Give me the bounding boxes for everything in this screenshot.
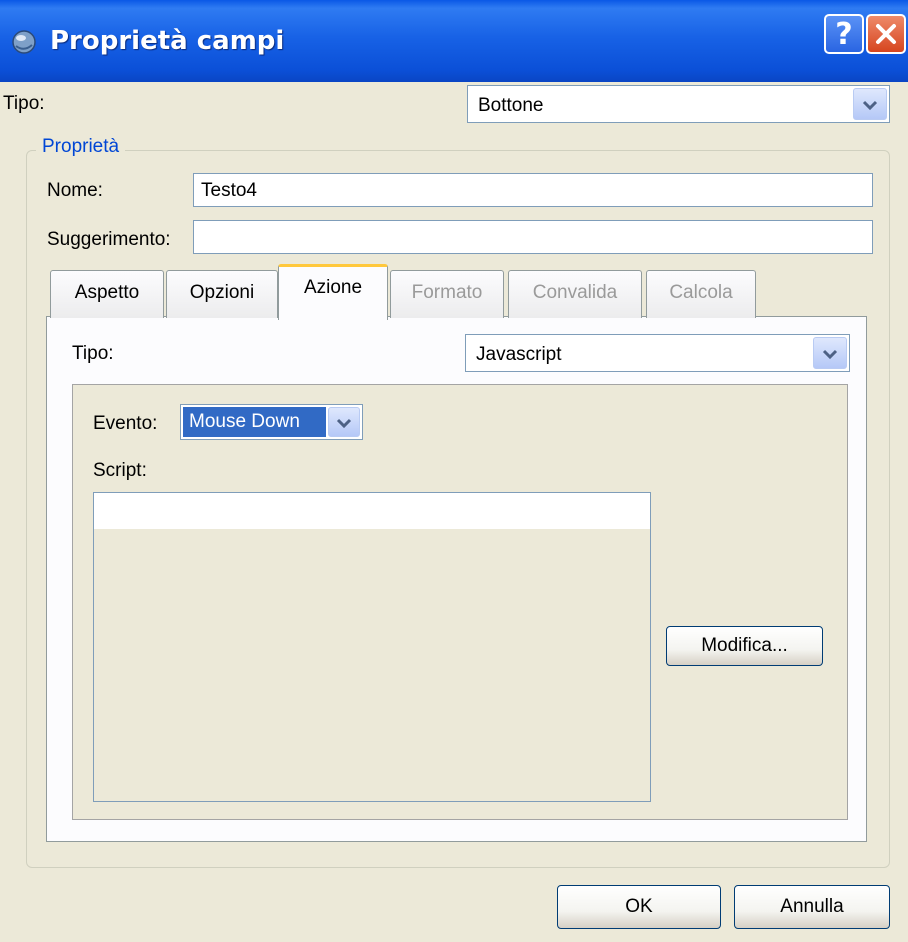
azione-tipo-label: Tipo:: [72, 343, 114, 364]
nome-label: Nome:: [47, 180, 103, 201]
help-icon: ?: [835, 16, 853, 52]
tipo-label: Tipo:: [3, 93, 45, 114]
suggerimento-field[interactable]: [193, 220, 873, 254]
tab-calcola[interactable]: Calcola: [646, 270, 756, 318]
close-icon: [876, 24, 896, 44]
script-list[interactable]: [93, 492, 651, 802]
tab-convalida[interactable]: Convalida: [508, 270, 642, 318]
azione-tipo-select-value: Javascript: [476, 344, 562, 365]
tab-azione[interactable]: Azione: [278, 264, 388, 320]
app-icon: [10, 28, 38, 56]
tab-formato[interactable]: Formato: [390, 270, 504, 318]
modifica-button[interactable]: Modifica...: [666, 626, 823, 666]
nome-field[interactable]: Testo4: [193, 173, 873, 207]
ok-button[interactable]: OK: [557, 885, 721, 929]
tipo-select-value: Bottone: [478, 95, 544, 116]
tipo-select-arrow[interactable]: [853, 88, 887, 120]
evento-select[interactable]: Mouse Down: [180, 404, 363, 440]
cancel-button[interactable]: Annulla: [734, 885, 890, 929]
window-title: Proprietà campi: [50, 26, 285, 56]
azione-tipo-select-arrow[interactable]: [813, 337, 847, 369]
evento-label: Evento:: [93, 413, 158, 434]
tab-opzioni[interactable]: Opzioni: [166, 270, 278, 318]
tab-aspetto[interactable]: Aspetto: [50, 270, 164, 318]
properties-group-label: Proprietà: [36, 136, 126, 158]
chevron-down-icon: [336, 418, 352, 429]
script-line[interactable]: [94, 493, 650, 529]
evento-select-value: Mouse Down: [183, 407, 326, 437]
tipo-select[interactable]: Bottone: [467, 85, 890, 123]
close-button[interactable]: [866, 14, 906, 54]
help-button[interactable]: ?: [824, 14, 864, 54]
chevron-down-icon: [862, 100, 878, 111]
chevron-down-icon: [822, 349, 838, 360]
script-label: Script:: [93, 460, 147, 481]
evento-select-arrow[interactable]: [328, 407, 360, 437]
nome-field-value: Testo4: [201, 180, 257, 201]
azione-tipo-select[interactable]: Javascript: [465, 334, 850, 372]
suggerimento-label: Suggerimento:: [47, 229, 171, 250]
